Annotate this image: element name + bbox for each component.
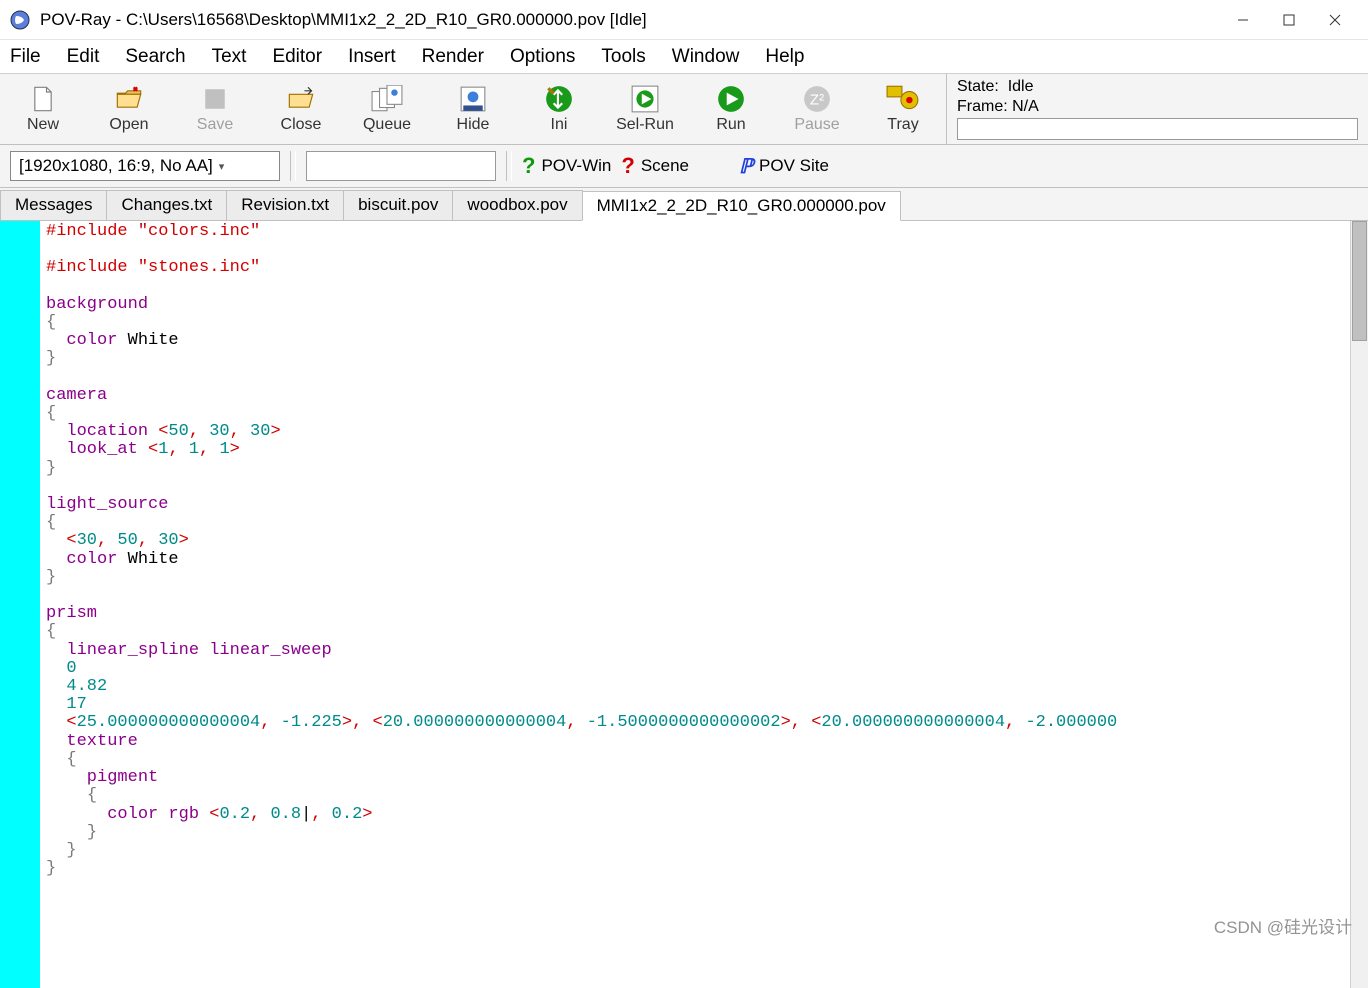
- help-site[interactable]: ℙ POV Site: [739, 154, 829, 179]
- tab-revision[interactable]: Revision.txt: [226, 190, 344, 220]
- menu-edit[interactable]: Edit: [67, 46, 100, 68]
- help-povwin[interactable]: ? POV-Win: [522, 153, 611, 179]
- question-icon: ?: [621, 153, 634, 179]
- sel-run-icon: [628, 84, 662, 114]
- tool-sel-run[interactable]: Sel-Run: [602, 74, 688, 144]
- menu-insert[interactable]: Insert: [348, 46, 396, 68]
- tab-biscuit[interactable]: biscuit.pov: [343, 190, 453, 220]
- tool-label: Ini: [551, 116, 568, 134]
- menu-help[interactable]: Help: [765, 46, 804, 68]
- title-bar: POV-Ray - C:\Users\16568\Desktop\MMI1x2_…: [0, 0, 1368, 40]
- link-label: POV-Win: [541, 156, 611, 176]
- tray-icon: [886, 84, 920, 114]
- tool-label: Tray: [887, 116, 918, 134]
- menu-render[interactable]: Render: [422, 46, 484, 68]
- run-icon: [714, 84, 748, 114]
- queue-icon: [370, 84, 404, 114]
- hide-icon: [456, 84, 490, 114]
- tool-tray[interactable]: Tray: [860, 74, 946, 144]
- tool-label: Save: [197, 116, 233, 134]
- minimize-button[interactable]: [1220, 2, 1266, 38]
- link-label: Scene: [641, 156, 689, 176]
- tool-queue[interactable]: Queue: [344, 74, 430, 144]
- app-window: POV-Ray - C:\Users\16568\Desktop\MMI1x2_…: [0, 0, 1368, 988]
- link-label: POV Site: [759, 156, 829, 176]
- menu-editor[interactable]: Editor: [272, 46, 322, 68]
- chevron-down-icon: ▾: [219, 160, 225, 173]
- tab-messages[interactable]: Messages: [0, 190, 107, 220]
- bolt-icon: ℙ: [739, 154, 753, 179]
- tool-close[interactable]: Close: [258, 74, 344, 144]
- editor-area: #include "colors.inc" #include "stones.i…: [0, 221, 1368, 988]
- tool-run[interactable]: Run: [688, 74, 774, 144]
- tool-label: Open: [109, 116, 148, 134]
- tool-label: Sel-Run: [616, 116, 674, 134]
- tab-mmi[interactable]: MMI1x2_2_2D_R10_GR0.000000.pov: [582, 191, 901, 221]
- tool-ini[interactable]: Ini: [516, 74, 602, 144]
- menu-text[interactable]: Text: [212, 46, 247, 68]
- frame-label: Frame:: [957, 98, 1008, 115]
- tool-open[interactable]: Open: [86, 74, 172, 144]
- close-button[interactable]: [1312, 2, 1358, 38]
- editor-tabs: Messages Changes.txt Revision.txt biscui…: [0, 188, 1368, 221]
- tool-label: Run: [716, 116, 745, 134]
- tool-label: Hide: [457, 116, 490, 134]
- folder-up-icon: [284, 84, 318, 114]
- status-input[interactable]: [957, 118, 1358, 140]
- command-input[interactable]: [306, 151, 496, 181]
- toolbar: New Open Save Close Queue Hide: [0, 74, 1368, 145]
- ini-icon: [542, 84, 576, 114]
- status-panel: State: Idle Frame: N/A: [946, 74, 1368, 144]
- frame-value: N/A: [1012, 98, 1039, 115]
- menu-search[interactable]: Search: [125, 46, 185, 68]
- scroll-thumb[interactable]: [1352, 221, 1367, 341]
- menu-bar: File Edit Search Text Editor Insert Rend…: [0, 40, 1368, 74]
- menu-file[interactable]: File: [10, 46, 41, 68]
- maximize-button[interactable]: [1266, 2, 1312, 38]
- file-icon: [26, 84, 60, 114]
- tab-changes[interactable]: Changes.txt: [106, 190, 227, 220]
- question-icon: ?: [522, 153, 535, 179]
- tool-label: Queue: [363, 116, 411, 134]
- app-icon: [10, 10, 30, 30]
- menu-options[interactable]: Options: [510, 46, 575, 68]
- window-controls: [1220, 2, 1358, 38]
- code-editor[interactable]: #include "colors.inc" #include "stones.i…: [40, 221, 1368, 988]
- save-icon: [198, 84, 232, 114]
- state-value: Idle: [1008, 78, 1034, 95]
- svg-text:Z²: Z²: [810, 91, 824, 108]
- menu-window[interactable]: Window: [672, 46, 740, 68]
- tool-pause[interactable]: Z² Pause: [774, 74, 860, 144]
- tool-label: Pause: [794, 116, 839, 134]
- resolution-select[interactable]: [1920x1080, 16:9, No AA] ▾: [10, 151, 280, 181]
- tool-label: New: [27, 116, 59, 134]
- tab-woodbox[interactable]: woodbox.pov: [452, 190, 582, 220]
- vertical-scrollbar[interactable]: [1350, 221, 1368, 988]
- resolution-value: [1920x1080, 16:9, No AA]: [19, 156, 213, 176]
- watermark: CSDN @硅光设计: [1214, 913, 1352, 938]
- pause-icon: Z²: [800, 84, 834, 114]
- tool-save[interactable]: Save: [172, 74, 258, 144]
- tool-label: Close: [281, 116, 322, 134]
- tool-hide[interactable]: Hide: [430, 74, 516, 144]
- help-scene[interactable]: ? Scene: [621, 153, 689, 179]
- editor-gutter: [0, 221, 40, 988]
- tool-new[interactable]: New: [0, 74, 86, 144]
- second-toolbar: [1920x1080, 16:9, No AA] ▾ ? POV-Win ? S…: [0, 145, 1368, 188]
- menu-tools[interactable]: Tools: [601, 46, 645, 68]
- state-label: State:: [957, 78, 999, 95]
- folder-icon: [112, 84, 146, 114]
- window-title: POV-Ray - C:\Users\16568\Desktop\MMI1x2_…: [40, 10, 1220, 30]
